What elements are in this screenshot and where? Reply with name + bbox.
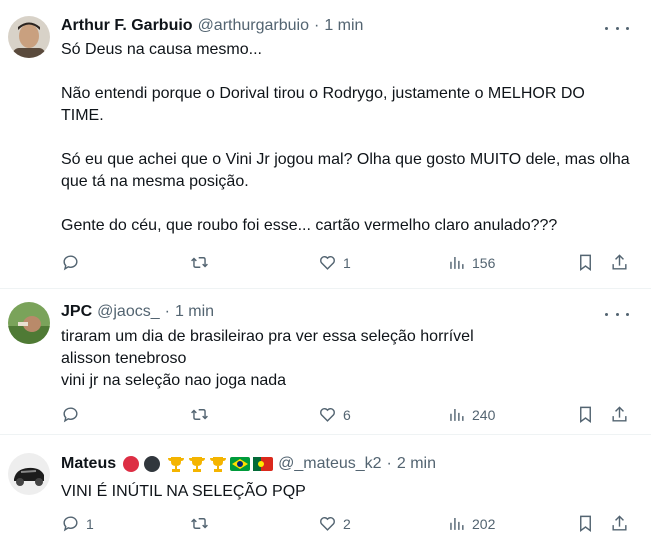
- like-button[interactable]: 1: [318, 253, 351, 272]
- view-count: 202: [472, 515, 496, 532]
- like-count: 2: [343, 515, 351, 532]
- bookmark-icon: [580, 515, 591, 533]
- separator-dot: ·: [386, 455, 392, 472]
- bookmark-icon: [580, 406, 591, 424]
- red-circle-icon: [123, 456, 140, 472]
- heart-icon: [320, 517, 335, 531]
- trophy-icon: [168, 457, 185, 472]
- view-count: 156: [472, 254, 496, 271]
- more-options-icon[interactable]: [605, 18, 629, 38]
- portugal-flag-icon: [253, 457, 274, 471]
- display-name[interactable]: Arthur F. Garbuio: [61, 17, 193, 35]
- avatar[interactable]: [8, 453, 50, 495]
- share-icon: [612, 254, 627, 270]
- brazil-flag-icon: [230, 457, 251, 471]
- more-options-icon[interactable]: [605, 304, 629, 324]
- tweet-text: Só Deus na causa mesmo... Não entendi po…: [61, 39, 631, 237]
- display-name[interactable]: Mateus: [61, 455, 116, 473]
- tweet-line: vini jr na seleção nao joga nada: [61, 372, 287, 389]
- reply-icon: [63, 516, 78, 532]
- views-chart-icon: [450, 408, 464, 421]
- retweet-button[interactable]: [190, 253, 215, 272]
- separator-dot: ·: [164, 303, 170, 320]
- action-bar: 1 2 202: [0, 514, 651, 538]
- like-button[interactable]: 2: [318, 514, 351, 533]
- share-button[interactable]: [610, 514, 629, 533]
- bookmark-button[interactable]: [576, 405, 595, 424]
- share-button[interactable]: [610, 405, 629, 424]
- reply-count: 1: [86, 515, 94, 532]
- tweet-line: alisson tenebroso: [61, 350, 187, 367]
- tweet-paragraph: Não entendi porque o Dorival tirou o Rod…: [61, 85, 585, 124]
- tweet-header: Arthur F. Garbuio @arthurgarbuio · 1 min: [61, 17, 363, 35]
- tweet-paragraph: Só Deus na causa mesmo...: [61, 41, 262, 58]
- retweet-button[interactable]: [190, 514, 215, 533]
- heart-icon: [320, 408, 335, 422]
- avatar[interactable]: [8, 16, 50, 58]
- like-button[interactable]: 6: [318, 405, 351, 424]
- share-button[interactable]: [610, 253, 629, 272]
- views-button[interactable]: 202: [447, 514, 495, 533]
- heart-icon: [320, 256, 335, 270]
- bookmark-icon: [580, 254, 591, 272]
- action-bar: 1 156: [0, 253, 651, 277]
- avatar[interactable]: [8, 302, 50, 344]
- bookmark-button[interactable]: [576, 253, 595, 272]
- tweet-header: JPC @jaocs_ · 1 min: [61, 303, 214, 321]
- reply-icon: [63, 407, 78, 423]
- views-button[interactable]: 156: [447, 253, 495, 272]
- view-count: 240: [472, 406, 496, 423]
- tweet[interactable]: Mateus @_mateus_k2 · 2 min VINI É INÚTIL…: [0, 435, 651, 540]
- like-count: 6: [343, 406, 351, 423]
- reply-button[interactable]: [61, 405, 86, 424]
- tweet[interactable]: Arthur F. Garbuio @arthurgarbuio · 1 min…: [0, 0, 651, 289]
- reply-button[interactable]: [61, 253, 86, 272]
- tweet-feed: Arthur F. Garbuio @arthurgarbuio · 1 min…: [0, 0, 651, 540]
- reply-icon: [63, 255, 78, 271]
- trophy-icon: [189, 457, 206, 472]
- share-icon: [612, 515, 627, 531]
- share-icon: [612, 406, 627, 422]
- tweet-line: VINI É INÚTIL NA SELEÇÃO PQP: [61, 483, 306, 500]
- reply-button[interactable]: 1: [61, 514, 94, 533]
- user-handle[interactable]: @jaocs_: [97, 303, 160, 321]
- tweet-text: VINI É INÚTIL NA SELEÇÃO PQP: [61, 481, 631, 503]
- tweet-line: tiraram um dia de brasileirao pra ver es…: [61, 328, 474, 345]
- retweet-icon: [191, 409, 208, 420]
- timestamp[interactable]: 1 min: [175, 303, 214, 321]
- tweet-paragraph: Só eu que achei que o Vini Jr jogou mal?…: [61, 151, 630, 190]
- tweet[interactable]: JPC @jaocs_ · 1 min tiraram um dia de br…: [0, 289, 651, 435]
- display-name[interactable]: JPC: [61, 303, 92, 321]
- trophy-icon: [210, 457, 227, 472]
- timestamp[interactable]: 2 min: [397, 455, 436, 473]
- views-button[interactable]: 240: [447, 405, 495, 424]
- retweet-button[interactable]: [190, 405, 215, 424]
- user-handle[interactable]: @_mateus_k2: [278, 455, 381, 473]
- action-bar: 6 240: [0, 405, 651, 429]
- views-chart-icon: [450, 256, 464, 269]
- retweet-icon: [191, 518, 208, 529]
- tweet-text: tiraram um dia de brasileirao pra ver es…: [61, 326, 631, 392]
- black-circle-icon: [144, 456, 161, 472]
- tweet-paragraph: Gente do céu, que roubo foi esse... cart…: [61, 217, 558, 234]
- views-chart-icon: [450, 517, 464, 530]
- timestamp[interactable]: 1 min: [324, 17, 363, 35]
- retweet-icon: [191, 257, 208, 268]
- bookmark-button[interactable]: [576, 514, 595, 533]
- user-handle[interactable]: @arthurgarbuio: [198, 17, 309, 35]
- like-count: 1: [343, 254, 351, 271]
- separator-dot: ·: [313, 17, 320, 34]
- tweet-header: Mateus @_mateus_k2 · 2 min: [61, 455, 436, 473]
